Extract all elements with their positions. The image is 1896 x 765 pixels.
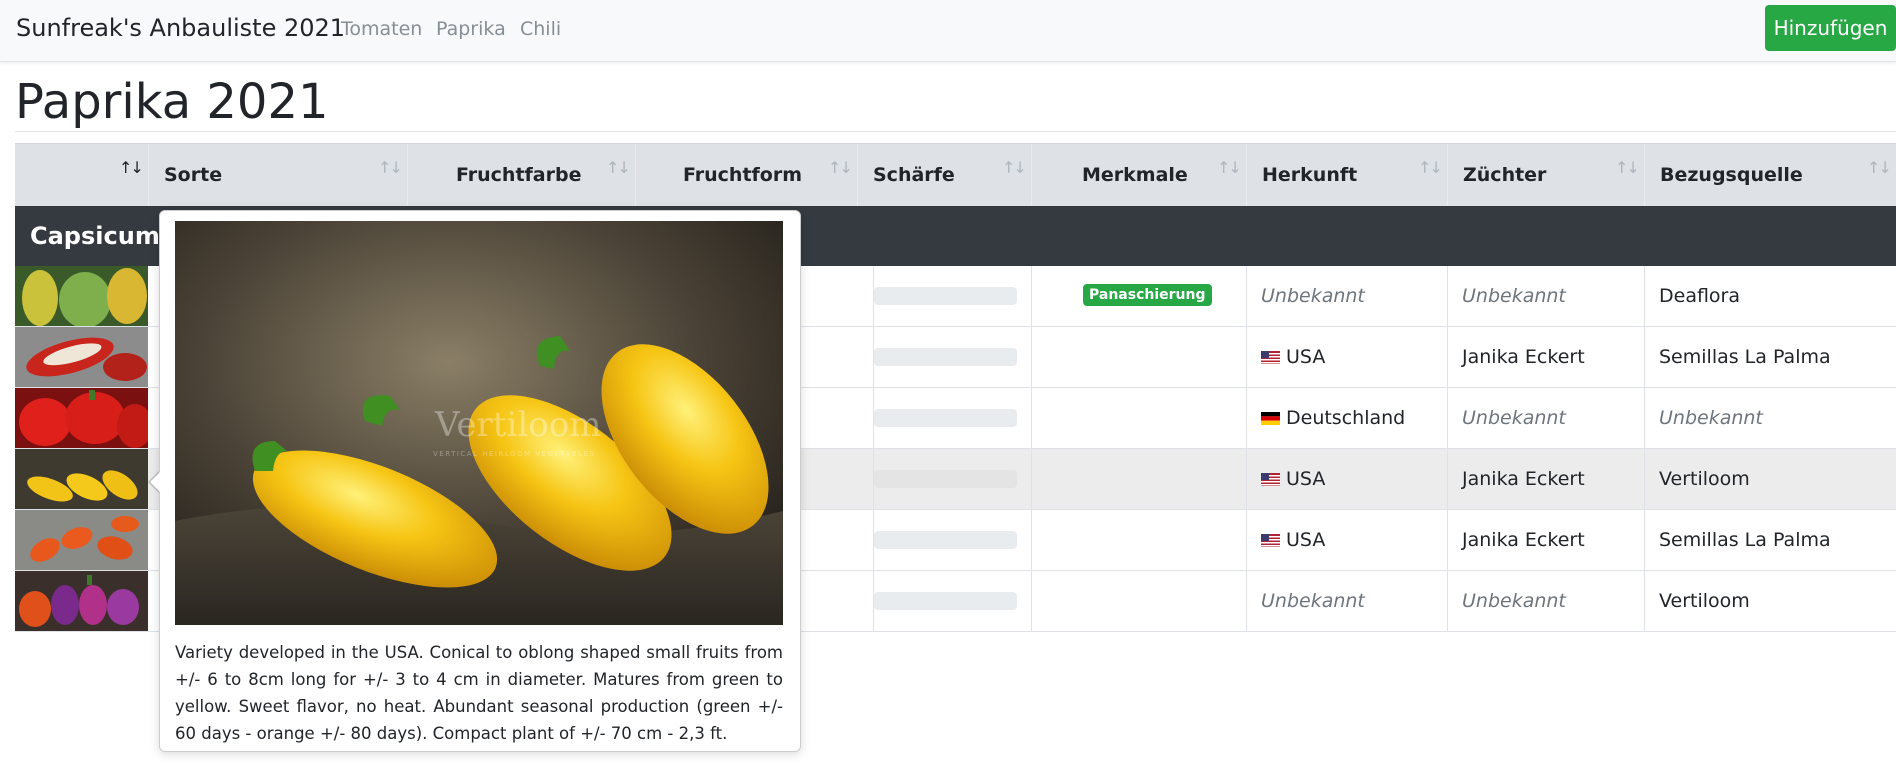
watermark-subtext: VERTICAL HEIRLOOM VEGETABLES <box>433 450 595 458</box>
cell-bezugsquelle: Unbekannt <box>1659 407 1763 429</box>
cell-herkunft: Unbekannt <box>1261 590 1365 612</box>
sort-icon[interactable]: ↑↓ <box>1217 136 1242 199</box>
column-label: Fruchtfarbe <box>456 164 582 186</box>
popover-arrow-inner <box>150 472 160 492</box>
column-label: Züchter <box>1463 164 1547 186</box>
sort-icon[interactable]: ↑↓ <box>1867 136 1892 199</box>
cell-herkunft: Unbekannt <box>1261 285 1365 307</box>
column-header-fruchtform[interactable]: Fruchtform ↑↓ <box>635 144 858 207</box>
us-flag-icon <box>1261 534 1280 547</box>
cell-bezugsquelle: Deaflora <box>1659 285 1741 307</box>
heat-bar <box>874 531 1017 549</box>
feature-badge: Panaschierung <box>1083 284 1212 306</box>
nav-link-tomaten[interactable]: Tomaten <box>341 18 422 40</box>
pepper-photo: Vertiloom VERTICAL HEIRLOOM VEGETABLES <box>175 221 783 625</box>
column-label: Sorte <box>164 164 223 186</box>
cell-herkunft: USA <box>1261 449 1325 509</box>
heat-bar <box>874 287 1017 305</box>
sort-icon[interactable]: ↑↓ <box>1615 136 1640 199</box>
cell-zuechter: Unbekannt <box>1462 407 1566 429</box>
sort-icon[interactable]: ↑↓ <box>119 136 144 199</box>
cell-bezugsquelle: Vertiloom <box>1659 468 1750 490</box>
title-divider <box>15 131 1896 132</box>
brand-title[interactable]: Sunfreak's Anbauliste 2021 <box>16 14 345 42</box>
column-header-herkunft[interactable]: Herkunft ↑↓ <box>1246 144 1448 207</box>
column-label: Fruchtform <box>683 164 803 186</box>
page-title: Paprika 2021 <box>15 74 329 130</box>
pepper-thumbnail[interactable] <box>15 449 148 509</box>
column-header-sorte[interactable]: Sorte ↑↓ <box>148 144 408 207</box>
cell-herkunft: USA <box>1261 510 1325 570</box>
heat-bar <box>874 348 1017 366</box>
pepper-thumbnail[interactable] <box>15 266 148 326</box>
nav-link-paprika[interactable]: Paprika <box>436 18 506 40</box>
nav-link-chili[interactable]: Chili <box>520 18 561 40</box>
sort-icon[interactable]: ↑↓ <box>1418 136 1443 199</box>
us-flag-icon <box>1261 473 1280 486</box>
add-button[interactable]: Hinzufügen <box>1765 5 1896 51</box>
navbar: Sunfreak's Anbauliste 2021 Tomaten Papri… <box>0 0 1896 62</box>
cell-bezugsquelle: Vertiloom <box>1659 590 1750 612</box>
column-label: Bezugsquelle <box>1660 164 1803 186</box>
heat-bar <box>874 592 1017 610</box>
de-flag-icon <box>1261 412 1280 425</box>
column-header-bezugsquelle[interactable]: Bezugsquelle ↑↓ <box>1644 144 1896 207</box>
cell-bezugsquelle: Semillas La Palma <box>1659 529 1831 551</box>
watermark-text: Vertiloom <box>434 405 601 445</box>
column-header-fruchtfarbe[interactable]: Fruchtfarbe ↑↓ <box>407 144 636 207</box>
column-label: Herkunft <box>1262 164 1358 186</box>
popover-description: Variety developed in the USA. Conical to… <box>175 643 783 743</box>
column-label: Schärfe <box>873 164 955 186</box>
sort-icon[interactable]: ↑↓ <box>378 136 403 199</box>
column-header-merkmale[interactable]: Merkmale ↑↓ <box>1031 144 1247 207</box>
us-flag-icon <box>1261 351 1280 364</box>
pepper-thumbnail[interactable] <box>15 327 148 387</box>
cell-zuechter: Janika Eckert <box>1462 346 1585 368</box>
sort-icon[interactable]: ↑↓ <box>606 136 631 199</box>
cell-herkunft: Deutschland <box>1261 388 1405 448</box>
column-label: Merkmale <box>1082 164 1188 186</box>
heat-bar <box>874 470 1017 488</box>
pepper-thumbnail[interactable] <box>15 388 148 448</box>
column-header-image[interactable]: ↑↓ <box>15 144 148 207</box>
cell-zuechter: Janika Eckert <box>1462 468 1585 490</box>
cell-zuechter: Janika Eckert <box>1462 529 1585 551</box>
sort-icon[interactable]: ↑↓ <box>1002 136 1027 199</box>
pepper-thumbnail[interactable] <box>15 510 148 570</box>
cell-bezugsquelle: Semillas La Palma <box>1659 346 1831 368</box>
pepper-thumbnail[interactable] <box>15 571 148 631</box>
cell-zuechter: Unbekannt <box>1462 285 1566 307</box>
column-header-schaerfe[interactable]: Schärfe ↑↓ <box>857 144 1032 207</box>
cell-zuechter: Unbekannt <box>1462 590 1566 612</box>
sort-icon[interactable]: ↑↓ <box>828 136 853 199</box>
heat-bar <box>874 409 1017 427</box>
cell-herkunft: USA <box>1261 327 1325 387</box>
table-header: ↑↓ Sorte ↑↓ Fruchtfarbe ↑↓ Fruchtform ↑↓… <box>15 143 1896 207</box>
column-header-zuechter[interactable]: Züchter ↑↓ <box>1447 144 1645 207</box>
image-popover: Vertiloom VERTICAL HEIRLOOM VEGETABLES V… <box>159 210 801 752</box>
